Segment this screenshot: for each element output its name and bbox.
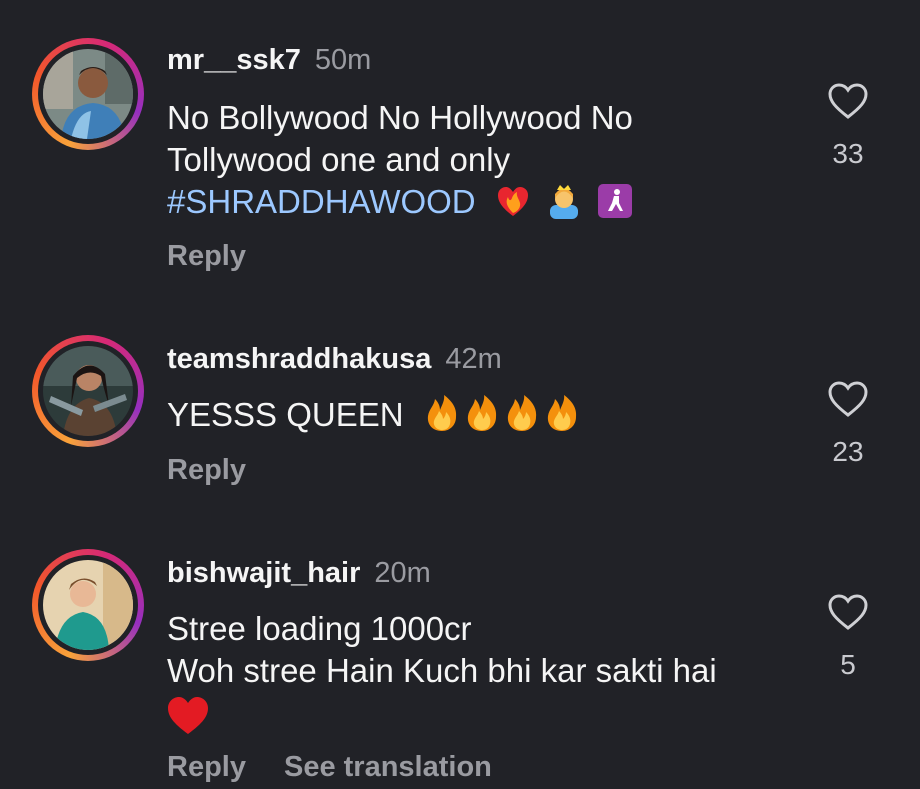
fire-emoji	[507, 395, 536, 431]
red-heart-emoji	[168, 697, 208, 734]
comment-actions: Reply See translation	[167, 751, 530, 784]
avatar	[43, 49, 133, 139]
comment-text: Stree loading 1000cr Woh stree Hain Kuch…	[167, 608, 767, 746]
like-group: 33	[820, 82, 876, 170]
like-group: 23	[820, 380, 876, 468]
avatar-story-ring[interactable]	[32, 549, 144, 661]
username[interactable]: bishwajit_hair	[167, 557, 360, 589]
avatar-story-ring[interactable]	[32, 335, 144, 447]
avatar	[43, 346, 133, 436]
comment-actions: Reply	[167, 454, 284, 487]
like-count: 5	[840, 649, 856, 680]
comment-actions: Reply	[167, 240, 284, 273]
see-translation-button[interactable]: See translation	[284, 751, 492, 783]
heart-on-fire-emoji	[495, 183, 546, 220]
comment-text: YESSS QUEEN	[167, 394, 767, 436]
comment-meta: mr__ssk7 50m	[167, 44, 371, 77]
heart-icon[interactable]	[827, 82, 869, 120]
hashtag-link[interactable]: #SHRADDHAWOOD	[167, 183, 476, 220]
reply-button[interactable]: Reply	[167, 751, 246, 783]
reply-button[interactable]: Reply	[167, 454, 246, 486]
timestamp: 42m	[445, 343, 502, 375]
princess-emoji	[546, 183, 597, 220]
reply-button[interactable]: Reply	[167, 240, 246, 272]
like-count: 23	[832, 436, 864, 467]
username[interactable]: teamshraddhakusa	[167, 343, 431, 375]
fire-emoji	[547, 395, 576, 431]
woman-kneeling-sign-emoji	[597, 183, 639, 220]
username[interactable]: mr__ssk7	[167, 44, 301, 76]
avatar-story-ring[interactable]	[32, 38, 144, 150]
comment-meta: bishwajit_hair 20m	[167, 557, 431, 590]
avatar	[43, 560, 133, 650]
comment-text: No Bollywood No Hollywood No Tollywood o…	[167, 97, 767, 223]
fire-emoji	[427, 395, 456, 431]
timestamp: 20m	[374, 557, 431, 589]
heart-icon[interactable]	[827, 593, 869, 631]
like-group: 5	[820, 593, 876, 681]
heart-icon[interactable]	[827, 380, 869, 418]
like-count: 33	[832, 138, 864, 169]
comment-meta: teamshraddhakusa 42m	[167, 343, 502, 376]
fire-emoji	[467, 395, 496, 431]
timestamp: 50m	[314, 44, 372, 76]
